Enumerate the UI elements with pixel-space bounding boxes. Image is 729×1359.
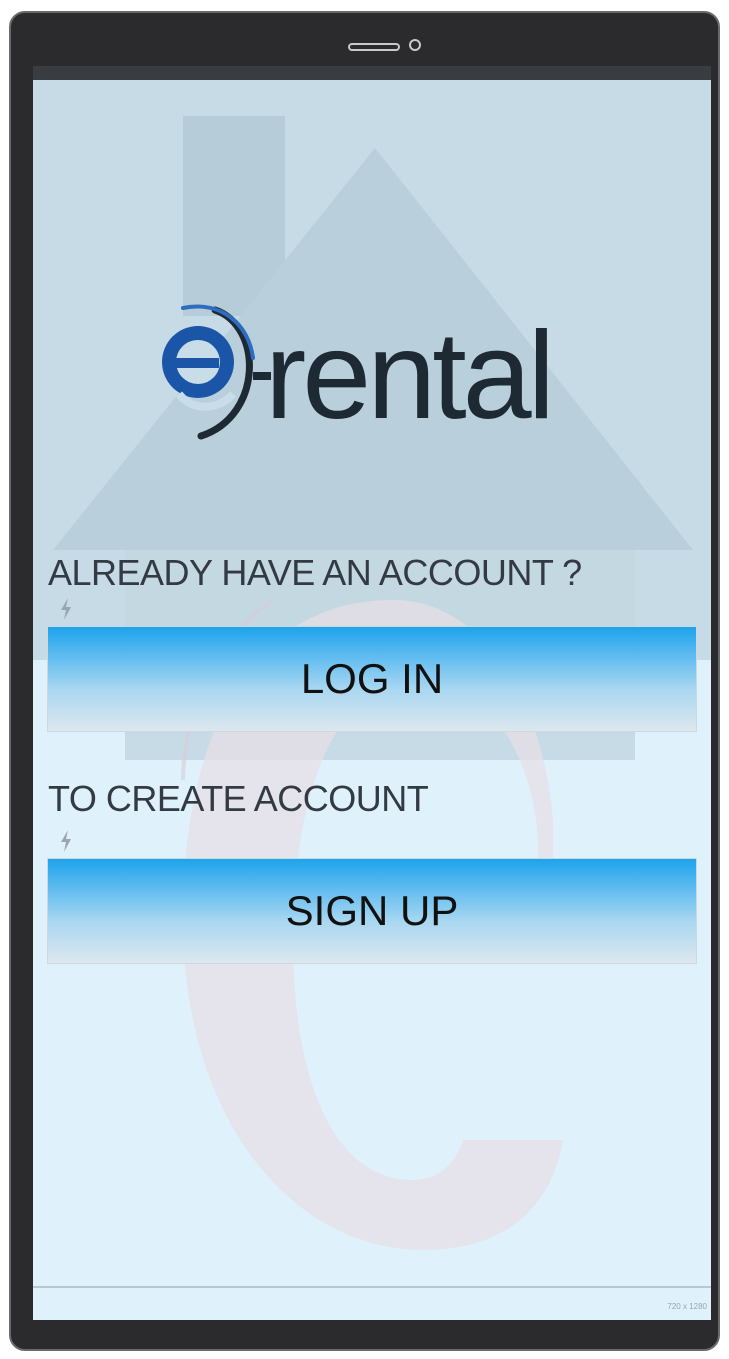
speaker-slot [348, 43, 400, 51]
lightning-icon [61, 830, 71, 852]
login-button[interactable]: LOG IN [47, 626, 697, 732]
logo-wordmark: rental [265, 307, 551, 445]
signup-button[interactable]: SIGN UP [47, 858, 697, 964]
app-screen: rental ALREADY HAVE AN ACCOUNT ? LOG IN … [33, 66, 711, 1320]
navigation-bar-divider [33, 1286, 711, 1288]
signup-prompt: TO CREATE ACCOUNT [48, 778, 429, 819]
camera-dot [409, 39, 421, 51]
screen-size-note: 720 x 1280 [667, 1302, 707, 1311]
lightning-icon [61, 598, 71, 620]
status-bar [33, 66, 711, 80]
e-rental-logo: rental [162, 304, 555, 445]
login-prompt: ALREADY HAVE AN ACCOUNT ? [48, 552, 582, 593]
